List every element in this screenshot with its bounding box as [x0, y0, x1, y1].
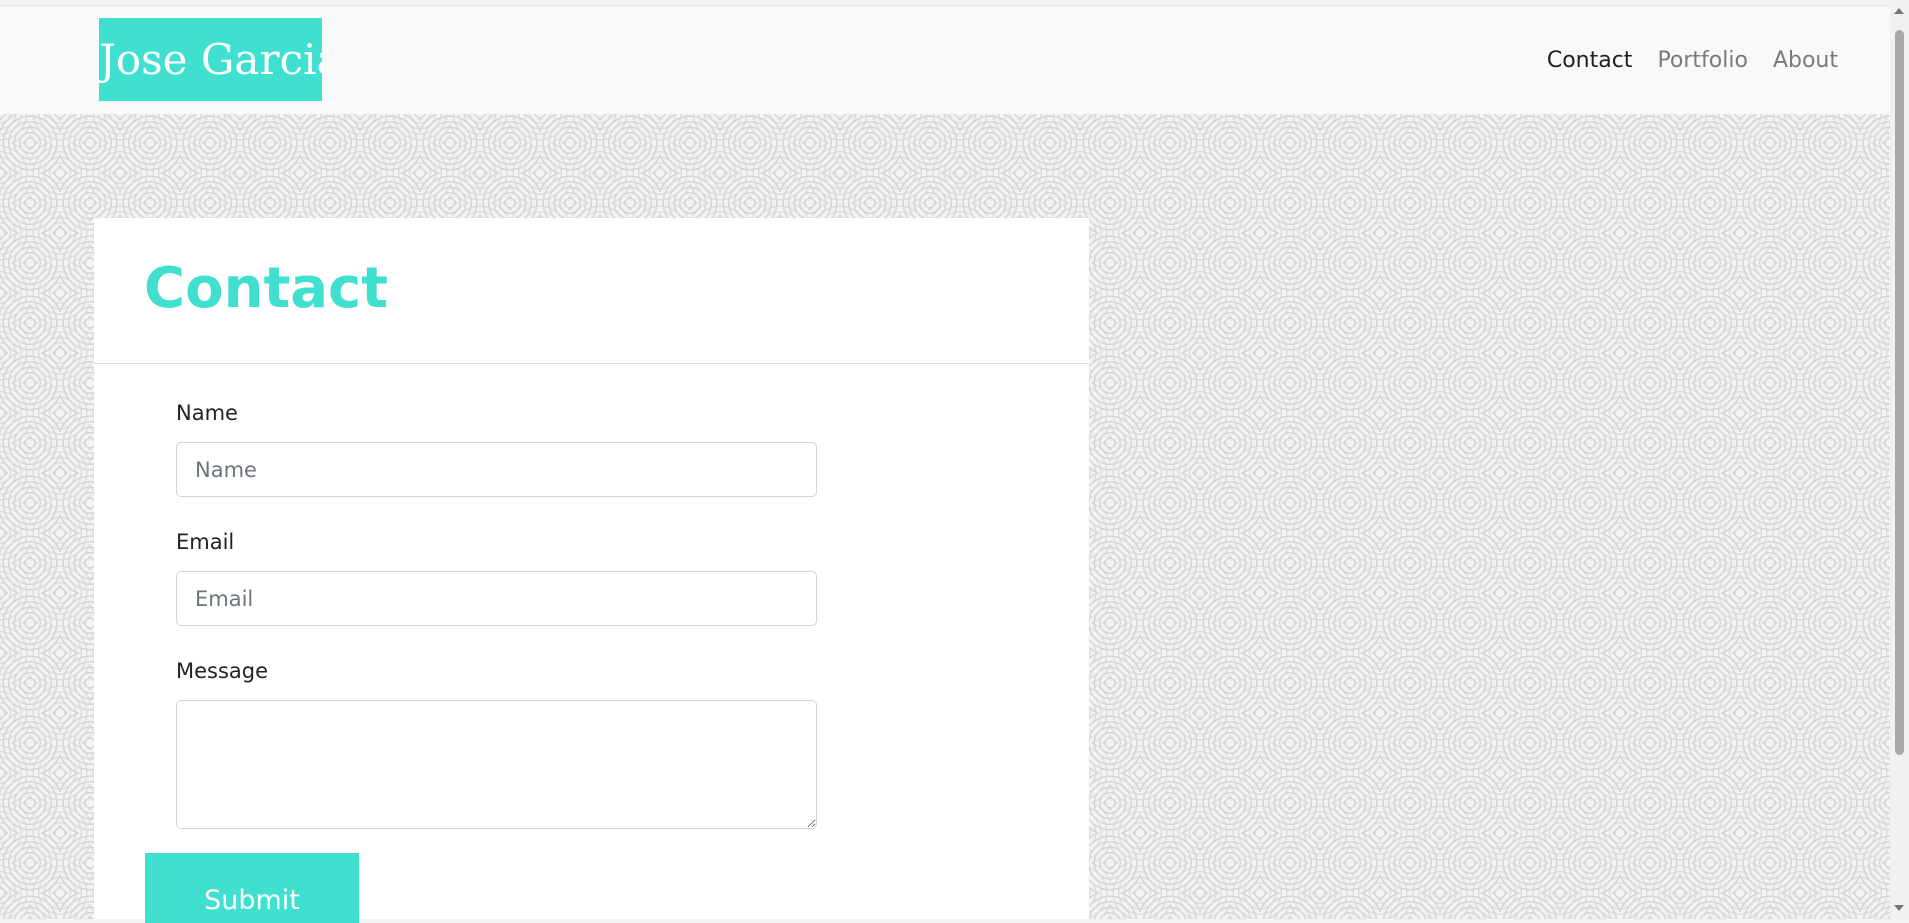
message-textarea[interactable]: [176, 700, 817, 829]
message-label: Message: [176, 659, 269, 683]
nav-link-contact[interactable]: Contact: [1547, 48, 1633, 73]
card-header: Contact: [94, 218, 1089, 364]
email-label: Email: [176, 530, 235, 554]
scroll-up-icon[interactable]: [1894, 8, 1904, 14]
contact-card: Contact Name Email Message Submit: [94, 218, 1089, 923]
scroll-down-icon[interactable]: [1894, 905, 1904, 911]
email-input[interactable]: [176, 571, 817, 626]
brand-logo[interactable]: Jose Garcia: [99, 18, 322, 101]
submit-button[interactable]: Submit: [145, 853, 359, 923]
name-input[interactable]: [176, 442, 817, 497]
nav-links: Contact Portfolio About: [1500, 6, 1838, 114]
nav-link-portfolio[interactable]: Portfolio: [1657, 48, 1748, 73]
scroll-thumb[interactable]: [1895, 30, 1904, 755]
navbar: Jose Garcia Contact Portfolio About: [0, 5, 1890, 114]
scrollbar[interactable]: [1890, 0, 1909, 919]
name-label: Name: [176, 401, 238, 425]
page-title: Contact: [144, 256, 388, 321]
nav-link-about[interactable]: About: [1773, 48, 1838, 73]
